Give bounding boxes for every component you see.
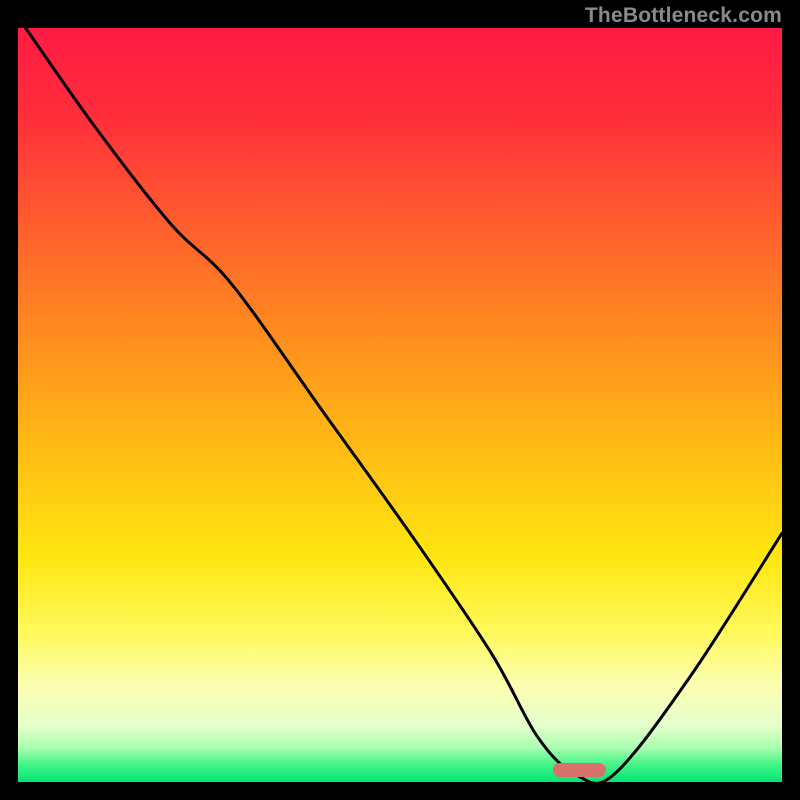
bottleneck-chart bbox=[18, 28, 782, 782]
optimal-marker bbox=[553, 763, 606, 777]
gradient-background bbox=[18, 28, 782, 782]
chart-frame bbox=[18, 28, 782, 782]
watermark-text: TheBottleneck.com bbox=[585, 4, 782, 28]
